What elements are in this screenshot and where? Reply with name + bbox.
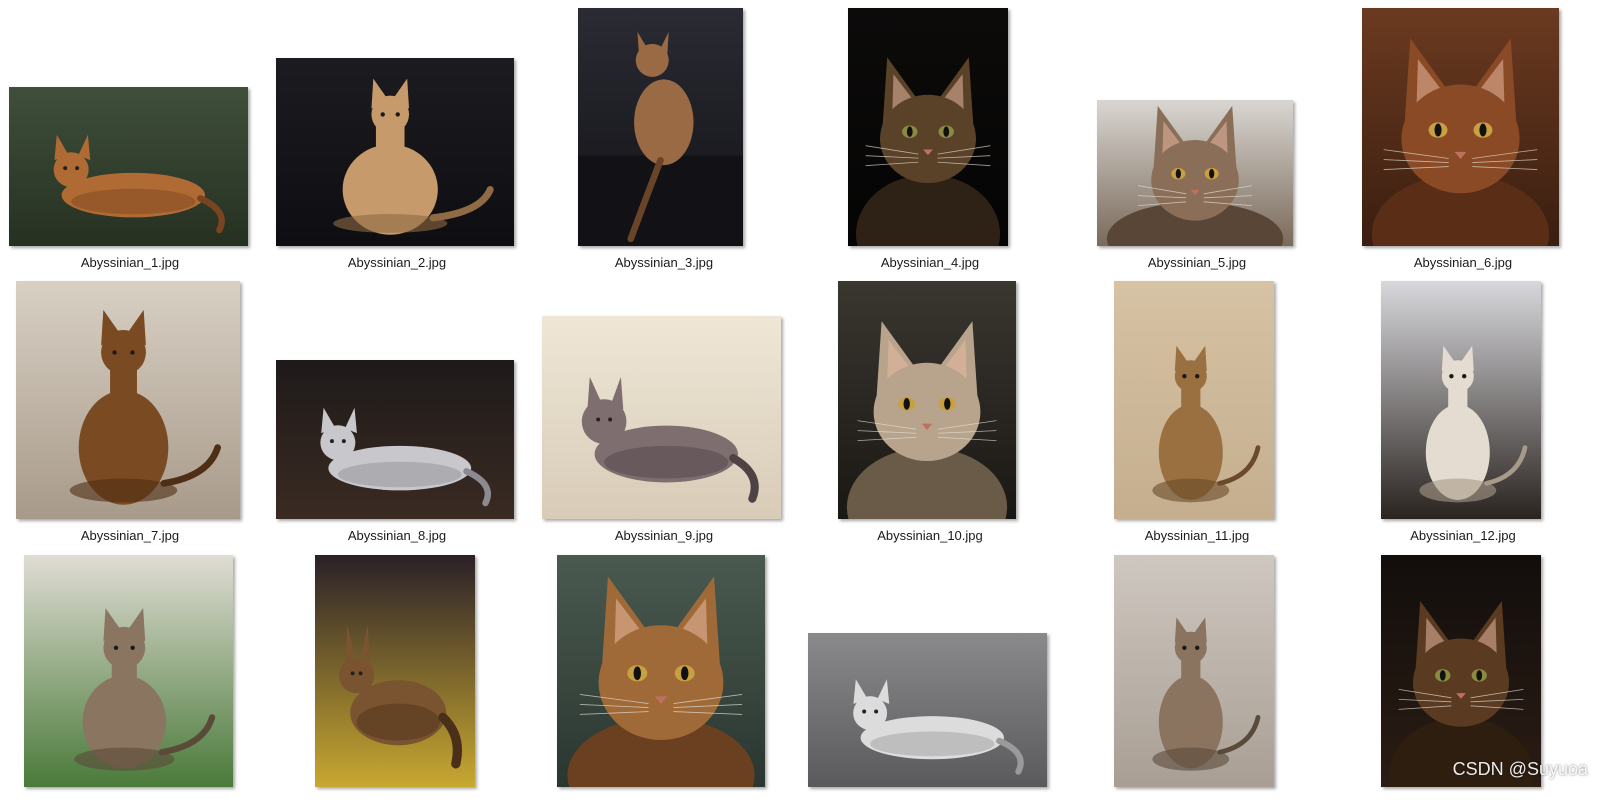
cat-thumbnail-image[interactable] — [557, 555, 765, 787]
file-name-label: Abyssinian_10.jpg — [877, 528, 983, 543]
cat-thumbnail-image[interactable] — [9, 87, 248, 246]
cat-thumbnail-image[interactable] — [542, 316, 781, 519]
cat-thumbnail-image[interactable] — [1381, 555, 1541, 787]
file-name-label: Abyssinian_8.jpg — [347, 528, 447, 543]
cat-thumbnail-image[interactable] — [1114, 555, 1274, 787]
cat-thumbnail-image[interactable] — [276, 58, 514, 246]
cat-thumbnail-image[interactable] — [1362, 8, 1559, 246]
cat-thumbnail-image[interactable] — [808, 633, 1047, 787]
cat-thumbnail-image[interactable] — [24, 555, 233, 787]
cat-thumbnail-image[interactable] — [578, 8, 743, 246]
csdn-watermark: CSDN @Suyuoa — [1452, 759, 1588, 779]
file-name-label: Abyssinian_2.jpg — [347, 255, 447, 270]
cat-thumbnail-image[interactable] — [1381, 281, 1541, 519]
file-name-label: Abyssinian_9.jpg — [614, 528, 714, 543]
cat-thumbnail-image[interactable] — [1114, 281, 1274, 519]
file-name-label: Abyssinian_7.jpg — [80, 528, 180, 543]
cat-thumbnail-image[interactable] — [276, 360, 514, 519]
file-name-label: Abyssinian_11.jpg — [1144, 528, 1250, 543]
cat-thumbnail-image[interactable] — [838, 281, 1016, 519]
cat-thumbnail-image[interactable] — [848, 8, 1008, 246]
file-name-label: Abyssinian_12.jpg — [1410, 528, 1516, 543]
cat-thumbnail-image[interactable] — [16, 281, 240, 519]
file-name-label: Abyssinian_4.jpg — [880, 255, 980, 270]
file-name-label: Abyssinian_3.jpg — [614, 255, 714, 270]
file-name-label: Abyssinian_1.jpg — [80, 255, 180, 270]
cat-thumbnail-image[interactable] — [1097, 100, 1293, 246]
file-name-label: Abyssinian_6.jpg — [1413, 255, 1513, 270]
cat-thumbnail-image[interactable] — [315, 555, 475, 787]
file-name-label: Abyssinian_5.jpg — [1147, 255, 1247, 270]
